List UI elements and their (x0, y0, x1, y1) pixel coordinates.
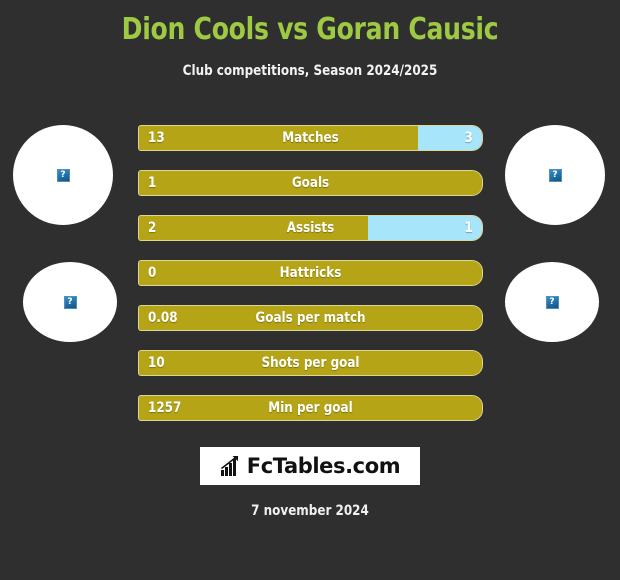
stat-bar-row: 10 Shots per goal (138, 350, 483, 376)
stat-label: Shots per goal (261, 355, 360, 371)
stat-bar-row: 1257 Min per goal (138, 395, 483, 421)
broken-image-icon: ? (63, 295, 77, 309)
away-value: 1 (464, 220, 473, 236)
away-value: 3 (464, 130, 473, 146)
stat-bar-text: 1257 Min per goal (139, 396, 482, 420)
stat-bar-text: 2 Assists 1 (139, 216, 482, 240)
home-player-photo-bottom: ? (23, 262, 117, 342)
stat-label: Min per goal (268, 400, 353, 416)
broken-image-icon: ? (548, 168, 562, 182)
stat-label: Goals per match (255, 310, 366, 326)
away-player-photo-top: ? (505, 125, 605, 225)
stat-bar-text: 1 Goals (139, 171, 482, 195)
stat-bar-list: 13 Matches 3 1 Goals 2 Assists 1 0 Hattricks 0.08 G… (138, 125, 483, 440)
stat-bar-text: 10 Shots per goal (139, 351, 482, 375)
stat-label: Goals (291, 175, 330, 191)
away-player-photo-bottom: ? (505, 262, 599, 342)
fctables-logo-text: FcTables.com (246, 454, 401, 478)
footer-date: 7 november 2024 (251, 503, 369, 519)
home-player-photo-top: ? (13, 125, 113, 225)
stat-bar-row: 13 Matches 3 (138, 125, 483, 151)
broken-image-icon: ? (545, 295, 559, 309)
stat-label: Matches (282, 130, 339, 146)
comparison-infographic: Dion Cools vs Goran Causic Club competit… (0, 0, 620, 580)
stat-label: Hattricks (279, 265, 342, 281)
stat-label: Assists (286, 220, 335, 236)
stat-bar-row: 0 Hattricks (138, 260, 483, 286)
bar-chart-icon (220, 455, 238, 476)
fctables-logo[interactable]: FcTables.com (200, 447, 420, 485)
stat-bar-text: 0.08 Goals per match (139, 306, 482, 330)
stat-bar-row: 2 Assists 1 (138, 215, 483, 241)
broken-image-icon: ? (56, 168, 70, 182)
stat-bar-text: 0 Hattricks (139, 261, 482, 285)
stat-bar-text: 13 Matches 3 (139, 126, 482, 150)
stat-bar-row: 0.08 Goals per match (138, 305, 483, 331)
page-title: Dion Cools vs Goran Causic (121, 12, 499, 47)
stat-bar-row: 1 Goals (138, 170, 483, 196)
page-subtitle: Club competitions, Season 2024/2025 (182, 63, 438, 79)
